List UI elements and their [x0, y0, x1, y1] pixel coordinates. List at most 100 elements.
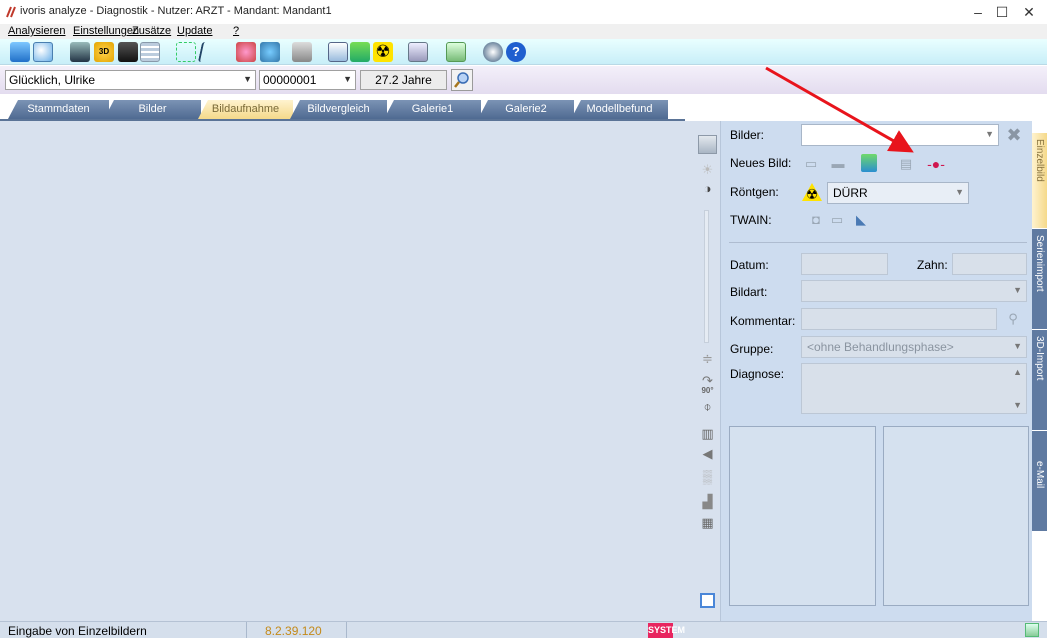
settings-doc-icon[interactable] — [408, 42, 428, 62]
image-tool-strip: ☀ ◑ ≑ ↷ 90° ⌽ ▥ ◀ ▒ ▟ ▦ — [695, 121, 720, 621]
xray-image-icon[interactable] — [70, 42, 90, 62]
app-logo-icon — [6, 6, 16, 18]
video-camera-icon[interactable]: ▭ — [801, 155, 821, 173]
flip-icon[interactable]: ⌽ — [698, 397, 717, 416]
window-title: ivoris analyze - Diagnostik - Nutzer: AR… — [20, 5, 332, 17]
status-bar: Eingabe von Einzelbildern 8.2.39.120 SYS… — [0, 621, 1047, 638]
document-icon[interactable] — [328, 42, 348, 62]
trash-icon[interactable] — [1025, 623, 1039, 637]
menu-zusaetze[interactable]: Zusätze — [132, 25, 171, 37]
gruppe-select[interactable]: <ohne Behandlungsphase> ▼ — [801, 336, 1027, 358]
tab-bildvergleich[interactable]: Bildvergleich — [290, 100, 387, 119]
zahn-field[interactable] — [952, 253, 1027, 275]
image-capture-area[interactable] — [0, 121, 695, 621]
side-tab-serienimport[interactable]: Serienimport — [1032, 229, 1047, 329]
chart-icon[interactable] — [446, 42, 466, 62]
triangle-left-icon[interactable]: ◀ — [698, 444, 717, 463]
connector-icon[interactable]: -●- — [926, 155, 946, 173]
users-icon[interactable] — [236, 42, 256, 62]
save-upload-icon[interactable] — [861, 154, 877, 172]
intraoral-camera-icon[interactable]: ▬ — [828, 155, 848, 173]
levels-icon[interactable]: ≑ — [698, 349, 717, 368]
datum-field[interactable] — [801, 253, 888, 275]
version-text: 8.2.39.120 — [265, 624, 322, 638]
chevron-down-icon: ▼ — [1013, 285, 1022, 295]
menu-help[interactable]: ? — [233, 25, 239, 37]
brightness-slider[interactable] — [704, 210, 709, 343]
chevron-down-icon: ▼ — [985, 129, 994, 139]
bildart-select[interactable]: ▼ — [801, 280, 1027, 302]
scanner-camera-icon[interactable]: ◘ — [806, 211, 826, 229]
radiation-icon: ☢ — [802, 183, 822, 201]
tab-modellbefund[interactable]: Modellbefund — [571, 100, 668, 119]
bilder-select[interactable]: ▼ — [801, 124, 999, 146]
tooth-measure-icon[interactable] — [176, 42, 196, 62]
title-bar: ivoris analyze - Diagnostik - Nutzer: AR… — [0, 0, 1047, 24]
image-thumbnail-left[interactable] — [729, 426, 876, 606]
patient-bar: Glücklich, Ulrike ▼ 00000001 ▼ 27.2 Jahr… — [0, 66, 1047, 94]
print-icon[interactable] — [292, 42, 312, 62]
delete-icon[interactable]: ✖ — [1004, 126, 1024, 144]
tab-stammdaten[interactable]: Stammdaten — [8, 100, 109, 119]
gruppe-value: <ohne Behandlungsphase> — [807, 340, 954, 354]
search-icon[interactable] — [33, 42, 53, 62]
roentgen-device-select[interactable]: DÜRR ▼ — [827, 182, 969, 204]
books-icon[interactable] — [350, 42, 370, 62]
diagnose-label: Diagnose: — [730, 367, 785, 381]
side-tab-einzelbild[interactable]: Einzelbild — [1032, 133, 1047, 228]
histogram-icon[interactable]: ▥ — [698, 424, 717, 443]
tab-galerie1[interactable]: Galerie1 — [384, 100, 481, 119]
datum-label: Datum: — [730, 258, 769, 272]
menu-analysieren[interactable]: Analysieren — [8, 25, 65, 37]
menu-einstellungen[interactable]: Einstellungen — [73, 25, 139, 37]
brightness-icon[interactable]: ☀ — [698, 160, 717, 179]
chevron-down-icon: ▼ — [243, 74, 252, 84]
3d-icon[interactable]: 3D — [94, 42, 114, 62]
diagnose-field[interactable]: ▲ ▼ — [801, 363, 1027, 414]
scroll-up-icon[interactable]: ▲ — [1013, 367, 1022, 377]
scroll-down-icon[interactable]: ▼ — [1013, 400, 1022, 410]
search-icon — [454, 72, 469, 88]
side-tab-3d-import[interactable]: 3D-Import — [1032, 330, 1047, 430]
image-thumbnail-right[interactable] — [883, 426, 1029, 606]
toolbar: 3D ☢ ? — [0, 39, 1047, 65]
gallery-icon[interactable] — [260, 42, 280, 62]
patient-open-icon[interactable] — [10, 42, 30, 62]
status-text: Eingabe von Einzelbildern — [8, 624, 147, 638]
tab-bilder[interactable]: Bilder — [104, 100, 201, 119]
patient-age: 27.2 Jahre — [360, 70, 447, 90]
close-button[interactable]: ✕ — [1011, 0, 1047, 24]
bildart-label: Bildart: — [730, 285, 768, 299]
noise-filter-icon[interactable]: ▒ — [698, 467, 717, 486]
separator — [346, 622, 347, 638]
patient-search-button[interactable] — [451, 69, 473, 91]
ruler-icon[interactable] — [197, 42, 223, 62]
fit-window-icon[interactable] — [700, 593, 715, 608]
scanner-icon[interactable]: ◣ — [851, 211, 871, 229]
table-icon[interactable] — [140, 42, 160, 62]
patient-number-select[interactable]: 00000001 ▼ — [259, 70, 356, 90]
kommentar-label: Kommentar: — [730, 314, 796, 328]
zahn-label: Zahn: — [917, 258, 948, 272]
radiation-icon[interactable]: ☢ — [373, 42, 393, 62]
sharpen-icon[interactable]: ▟ — [698, 492, 717, 511]
kommentar-field[interactable] — [801, 308, 997, 330]
image-preview-icon[interactable] — [698, 135, 717, 154]
tab-galerie2[interactable]: Galerie2 — [478, 100, 574, 119]
patient-name-select[interactable]: Glücklich, Ulrike ▼ — [5, 70, 256, 90]
side-tab-email[interactable]: e-Mail — [1032, 431, 1047, 531]
menu-update[interactable]: Update — [177, 25, 212, 37]
grid-icon[interactable]: ▦ — [698, 513, 717, 532]
help-icon[interactable]: ? — [506, 42, 526, 62]
patient-name: Glücklich, Ulrike — [9, 73, 96, 87]
globe-icon[interactable] — [483, 42, 503, 62]
camera-icon[interactable] — [118, 42, 138, 62]
pin-icon[interactable]: ⚲ — [1003, 310, 1023, 328]
tab-bildaufnahme[interactable]: Bildaufnahme — [198, 100, 293, 119]
contrast-icon[interactable]: ◑ — [698, 179, 717, 198]
chevron-down-icon: ▼ — [1013, 341, 1022, 351]
clipboard-icon[interactable]: ▤ — [896, 155, 916, 173]
roentgen-device-value: DÜRR — [833, 186, 868, 200]
video-camera-icon[interactable]: ▭ — [827, 211, 847, 229]
tab-bar: Stammdaten Bilder Bildaufnahme Bildvergl… — [0, 95, 1047, 120]
